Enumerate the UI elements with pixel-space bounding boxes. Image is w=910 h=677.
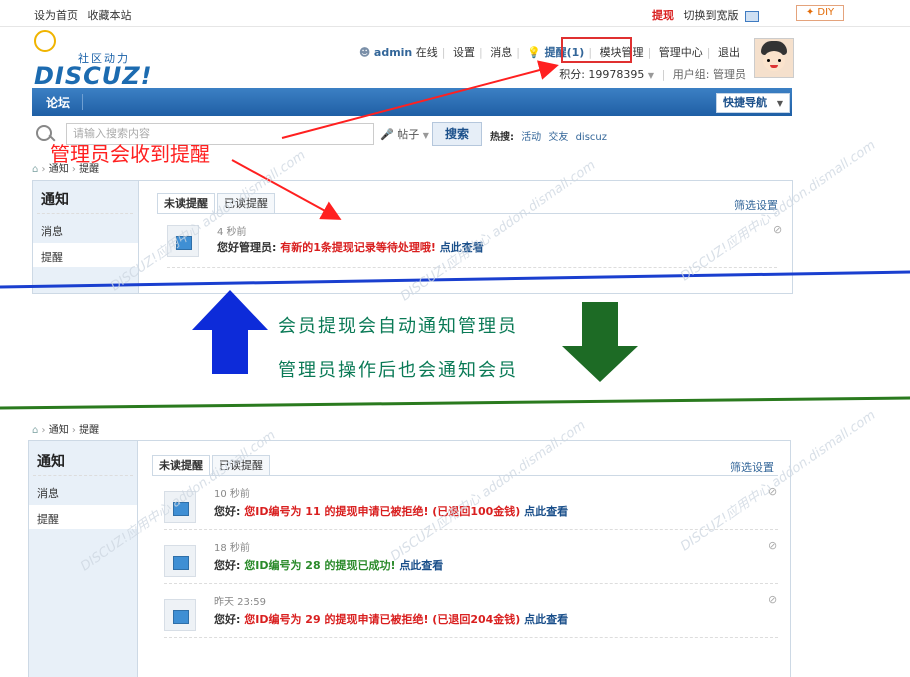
set-home-link[interactable]: 设为首页 <box>34 9 78 22</box>
withdraw-link[interactable]: 提现 <box>652 9 674 22</box>
notice-message: 您好: 您ID编号为 29 的提现申请已被拒绝! (已退回204金钱) 点此查看 <box>214 611 568 627</box>
chevron-down-icon: ▼ <box>422 131 429 140</box>
hot-searches: 热搜: 活动 交友 discuz <box>490 128 607 143</box>
main-panel: 未读提醒 已读提醒 筛选设置 10 秒前 您好: 您ID编号为 11 的提现申请… <box>136 440 791 677</box>
breadcrumb-remind: 提醒 <box>79 425 100 436</box>
up-arrow-icon <box>192 290 268 374</box>
user-icon: ☻ <box>358 46 371 59</box>
quick-nav-button[interactable]: 快捷导航 ▼ <box>716 93 790 113</box>
hot-item[interactable]: 交友 <box>548 132 568 143</box>
chevron-down-icon: ▼ <box>776 99 783 108</box>
remind-highlight-box <box>561 37 632 63</box>
search-type-select[interactable]: 🎤 帖子 ▼ <box>380 126 429 142</box>
notice-text: 您ID编号为 29 的提现申请已被拒绝! (已退回204金钱) <box>244 613 521 626</box>
sidebar-title: 通知 <box>41 192 69 208</box>
notice-icon <box>164 599 196 631</box>
notice-time: 18 秒前 <box>214 543 250 554</box>
main-nav: 论坛 <box>32 88 792 116</box>
user-nav: ☻ admin 在线 | 设置 | 消息 | 💡 提醒(1) | 模块管理 | 管理中心 |… <box>358 46 740 59</box>
logo-bulb-icon <box>34 30 56 52</box>
notice-greeting: 您好: <box>214 613 241 626</box>
admin-center-link[interactable]: 管理中心 <box>659 46 703 59</box>
divider <box>37 213 133 214</box>
view-link[interactable]: 点此查看 <box>524 505 568 518</box>
top-bar: 设为首页 收藏本站 提现 切换到宽版 ✦ DIY <box>0 0 910 27</box>
notice-greeting: 您好: <box>214 559 241 572</box>
notice-icon <box>164 545 196 577</box>
logo[interactable]: DISCUZ! <box>34 62 153 90</box>
notice-greeting: 您好: <box>214 505 241 518</box>
top-right-links: 提现 切换到宽版 <box>652 7 759 23</box>
hot-item[interactable]: discuz <box>576 132 607 143</box>
notice-time: 10 秒前 <box>214 489 250 500</box>
notice-text: 您ID编号为 28 的提现已成功! <box>244 559 396 572</box>
notice-time: 4 秒前 <box>217 227 247 238</box>
delete-icon[interactable]: ⊘ <box>768 593 777 606</box>
bulb-icon: 💡 <box>527 46 542 59</box>
bookmark-link[interactable]: 收藏本站 <box>88 9 132 22</box>
filter-settings-link[interactable]: 筛选设置 <box>730 459 774 475</box>
quick-nav-label: 快捷导航 <box>723 96 767 109</box>
settings-link[interactable]: 设置 <box>453 46 475 59</box>
breadcrumb-sep: › <box>41 164 46 175</box>
annotation-admin-receive: 管理员会收到提醒 <box>50 142 210 166</box>
notice-text: 您ID编号为 11 的提现申请已被拒绝! (已退回100金钱) <box>244 505 521 518</box>
delete-icon[interactable]: ⊘ <box>773 223 782 236</box>
avatar[interactable] <box>754 38 794 78</box>
search-button[interactable]: 搜索 <box>432 122 482 146</box>
breadcrumb-sep: › <box>41 425 46 436</box>
notice-message: 您好: 您ID编号为 28 的提现已成功! 点此查看 <box>214 557 443 573</box>
hot-item[interactable]: 活动 <box>521 132 541 143</box>
annotation-lines <box>0 270 910 410</box>
user-group: 用户组: 管理员 <box>672 68 746 81</box>
mic-icon: 🎤 <box>380 128 394 141</box>
sidebar-title: 通知 <box>37 454 65 470</box>
username-link[interactable]: admin <box>374 46 412 59</box>
top-links: 设为首页 收藏本站 <box>34 7 132 23</box>
wide-screen-icon <box>745 10 759 22</box>
down-arrow-icon <box>562 302 638 382</box>
divider <box>33 475 133 476</box>
notice-message: 您好管理员: 有新的1条提现记录等待处理哦! 点此查看 <box>217 239 484 255</box>
breadcrumb: ⌂ › 通知 › 提醒 <box>32 421 99 436</box>
switch-wide-link[interactable]: 切换到宽版 <box>684 9 739 22</box>
notice-greeting: 您好管理员: <box>217 241 277 254</box>
online-status: 在线 <box>415 46 438 59</box>
view-link[interactable]: 点此查看 <box>524 613 568 626</box>
messages-link[interactable]: 消息 <box>490 46 512 59</box>
view-link[interactable]: 点此查看 <box>399 559 443 572</box>
annotation-admin-notify: 管理员操作后也会通知会员 <box>278 360 518 381</box>
nav-forum[interactable]: 论坛 <box>46 94 70 111</box>
chevron-down-icon: ▼ <box>647 71 655 80</box>
delete-icon[interactable]: ⊘ <box>768 539 777 552</box>
sidebar-item-messages[interactable]: 消息 <box>41 223 63 239</box>
sidebar-item-messages[interactable]: 消息 <box>37 485 59 501</box>
green-divider-line <box>0 396 910 410</box>
logout-link[interactable]: 退出 <box>718 46 740 59</box>
tab-underline <box>157 213 777 214</box>
tab-underline <box>152 475 778 476</box>
divider <box>164 583 778 584</box>
annotation-member-notify: 会员提现会自动通知管理员 <box>278 316 518 337</box>
breadcrumb-sep: › <box>71 425 76 436</box>
divider <box>164 529 778 530</box>
diy-button[interactable]: ✦ DIY <box>796 5 844 21</box>
home-icon[interactable]: ⌂ <box>32 164 38 175</box>
notice-time: 昨天 23:59 <box>214 597 266 608</box>
search-type-label: 帖子 <box>397 128 420 141</box>
divider <box>164 637 778 638</box>
notice-message: 您好: 您ID编号为 11 的提现申请已被拒绝! (已退回100金钱) 点此查看 <box>214 503 568 519</box>
home-icon[interactable]: ⌂ <box>32 425 38 436</box>
user-info: 积分: 19978395 ▼ | 用户组: 管理员 <box>559 68 746 81</box>
notice-text: 有新的1条提现记录等待处理哦! <box>280 241 436 254</box>
credits-link[interactable]: 积分: 19978395 <box>559 68 644 81</box>
breadcrumb-notice[interactable]: 通知 <box>49 425 69 436</box>
sidebar-item-remind[interactable]: 提醒 <box>37 511 59 527</box>
hot-label: 热搜: <box>490 132 514 143</box>
nav-divider <box>82 94 83 110</box>
